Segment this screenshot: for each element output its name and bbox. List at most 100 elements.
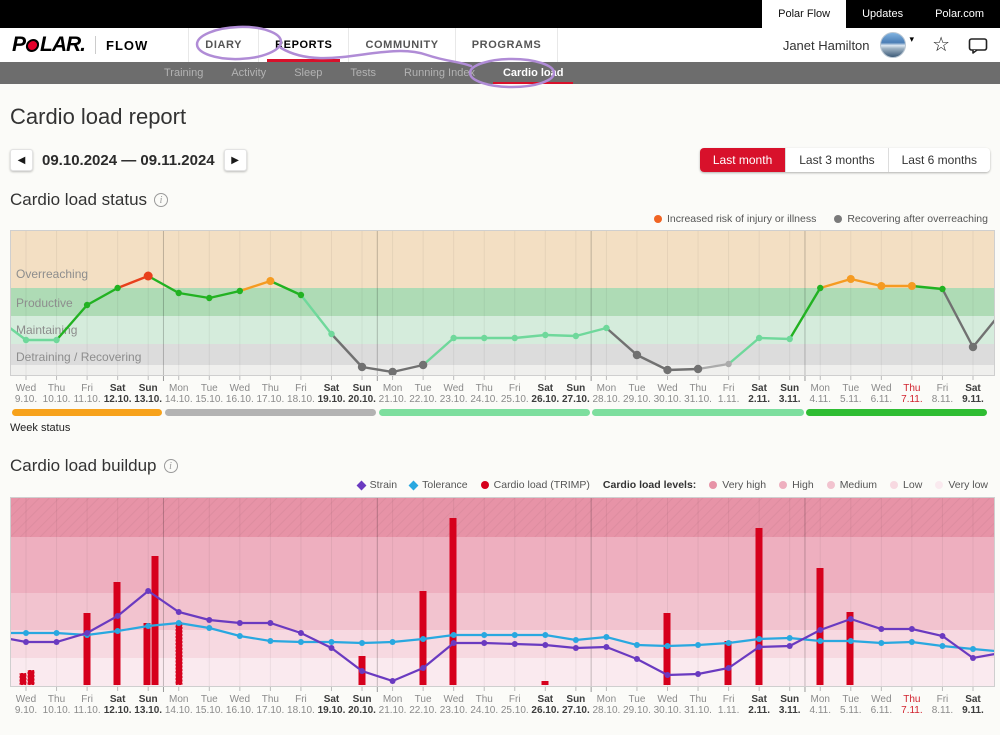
week-status-segment — [806, 409, 987, 416]
buildup-date-label: 30.10. — [654, 705, 682, 715]
strain-point — [54, 639, 60, 645]
subnav-item-activity[interactable]: Activity — [217, 62, 280, 84]
strain-point — [451, 640, 457, 646]
topbar-tab-updates[interactable]: Updates — [846, 0, 919, 28]
status-day-label: Sun — [139, 383, 158, 394]
zone-band-bottom — [10, 365, 995, 376]
next-period-button[interactable]: ▶ — [224, 149, 247, 171]
topbar-tab-polar-com[interactable]: Polar.com — [919, 0, 1000, 28]
strain-point — [145, 588, 151, 594]
avatar[interactable] — [880, 32, 906, 58]
status-day-label: Fri — [81, 383, 93, 394]
buildup-date-label: 22.10. — [409, 705, 437, 715]
strain-point — [634, 656, 640, 662]
favorites-star-icon[interactable]: ☆ — [932, 35, 950, 55]
status-line-segment — [759, 338, 790, 339]
tolerance-point — [665, 643, 671, 649]
subnav-item-running-index[interactable]: Running Index — [390, 62, 489, 84]
user-menu-caret-icon[interactable]: ▾ — [910, 34, 915, 45]
cardio-load-buildup-chart[interactable]: Wed9.10.Thu10.10.Fri11.10.Sat12.10.Sun13… — [10, 497, 995, 720]
subnav-item-training[interactable]: Training — [150, 62, 217, 84]
strain-point — [878, 626, 884, 632]
tolerance-point — [390, 639, 396, 645]
subnav-item-cardio-load[interactable]: Cardio load — [489, 62, 578, 84]
range-button-last-3-months[interactable]: Last 3 months — [785, 148, 887, 172]
status-day-label: Sun — [566, 383, 585, 394]
strain-point — [939, 633, 945, 639]
buildup-date-label: 21.10. — [379, 705, 407, 715]
strain-point — [298, 630, 304, 636]
status-day-label: Fri — [723, 383, 735, 394]
status-legend-item-1-marker-icon — [834, 215, 842, 223]
status-point — [908, 282, 916, 290]
buildup-section-head: Cardio load buildup i — [10, 456, 990, 476]
tolerance-point — [23, 630, 29, 636]
range-button-group: Last month Last 3 months Last 6 months — [700, 148, 990, 172]
status-day-label: Sat — [965, 383, 981, 394]
strain-point — [848, 616, 854, 622]
polar-logo-text: PLAR. — [12, 33, 85, 57]
status-day-label: Thu — [48, 383, 65, 394]
buildup-day-label: Sat — [965, 694, 981, 705]
buildup-day-label: Thu — [689, 694, 706, 705]
status-day-label: Sun — [780, 383, 799, 394]
status-point — [144, 272, 153, 281]
buildup-legend-item-2: Cardio load (TRIMP) — [481, 479, 590, 491]
user-name[interactable]: Janet Hamilton — [783, 38, 870, 53]
nav-item-reports[interactable]: REPORTS — [258, 28, 348, 62]
subnav-item-tests[interactable]: Tests — [336, 62, 390, 84]
status-date-label: 4.11. — [809, 394, 831, 403]
strain-point — [603, 644, 609, 650]
status-point — [84, 302, 90, 308]
tolerance-point — [359, 640, 365, 646]
level-legend-item-2-marker-icon — [827, 481, 835, 489]
range-button-last-month[interactable]: Last month — [700, 148, 785, 172]
buildup-date-label: 12.10. — [104, 705, 132, 715]
polar-logo[interactable]: PLAR. FLOW — [12, 28, 148, 62]
status-day-label: Mon — [811, 383, 830, 394]
cardio-load-status-chart[interactable]: OverreachingProductiveMaintainingDetrain… — [10, 230, 995, 408]
buildup-date-label: 15.10. — [195, 705, 223, 715]
date-navigation: ◀ 09.10.2024 — 09.11.2024 ▶ — [10, 149, 247, 171]
subnav-item-sleep[interactable]: Sleep — [280, 62, 336, 84]
buildup-legend-item-2-marker-icon — [481, 481, 489, 489]
strain-point — [665, 672, 671, 678]
status-date-label: 11.10. — [74, 394, 101, 403]
buildup-date-label: 14.10. — [165, 705, 193, 715]
strain-point — [237, 620, 243, 626]
status-date-label: 29.10. — [623, 394, 651, 403]
status-info-icon[interactable]: i — [154, 193, 168, 207]
status-date-label: 30.10. — [654, 394, 682, 403]
status-date-label: 21.10. — [379, 394, 407, 403]
tolerance-point — [787, 635, 793, 641]
page-title: Cardio load report — [10, 104, 1000, 130]
status-date-label: 24.10. — [470, 394, 498, 403]
status-date-label: 9.11. — [962, 394, 984, 403]
status-day-label: Sat — [538, 383, 554, 394]
tolerance-point — [328, 639, 334, 645]
buildup-date-label: 20.10. — [348, 705, 376, 715]
prev-period-button[interactable]: ◀ — [10, 149, 33, 171]
buildup-date-label: 9.10. — [15, 705, 37, 715]
trimp-bar — [152, 556, 159, 685]
nav-item-diary[interactable]: DIARY — [188, 28, 258, 62]
buildup-date-label: 19.10. — [318, 705, 346, 715]
strain-point — [206, 617, 212, 623]
buildup-legend: StrainToleranceCardio load (TRIMP)Cardio… — [10, 478, 988, 492]
main-content: Cardio load report ◀ 09.10.2024 — 09.11.… — [0, 104, 1000, 720]
nav-item-programs[interactable]: PROGRAMS — [455, 28, 559, 62]
buildup-info-icon[interactable]: i — [164, 459, 178, 473]
topbar-tab-polar-flow[interactable]: Polar Flow — [762, 0, 846, 28]
buildup-day-label: Fri — [295, 694, 307, 705]
status-day-label: Mon — [383, 383, 402, 394]
tolerance-point — [603, 634, 609, 640]
range-button-last-6-months[interactable]: Last 6 months — [888, 148, 990, 172]
tolerance-point — [145, 623, 151, 629]
status-point — [787, 336, 793, 342]
status-day-label: Tue — [415, 383, 432, 394]
nav-item-community[interactable]: COMMUNITY — [348, 28, 454, 62]
trimp-bar — [542, 681, 549, 685]
cardio-load-levels-label: Cardio load levels: — [603, 479, 696, 491]
trimp-bar — [20, 673, 27, 685]
feedback-chat-icon[interactable] — [968, 37, 988, 54]
